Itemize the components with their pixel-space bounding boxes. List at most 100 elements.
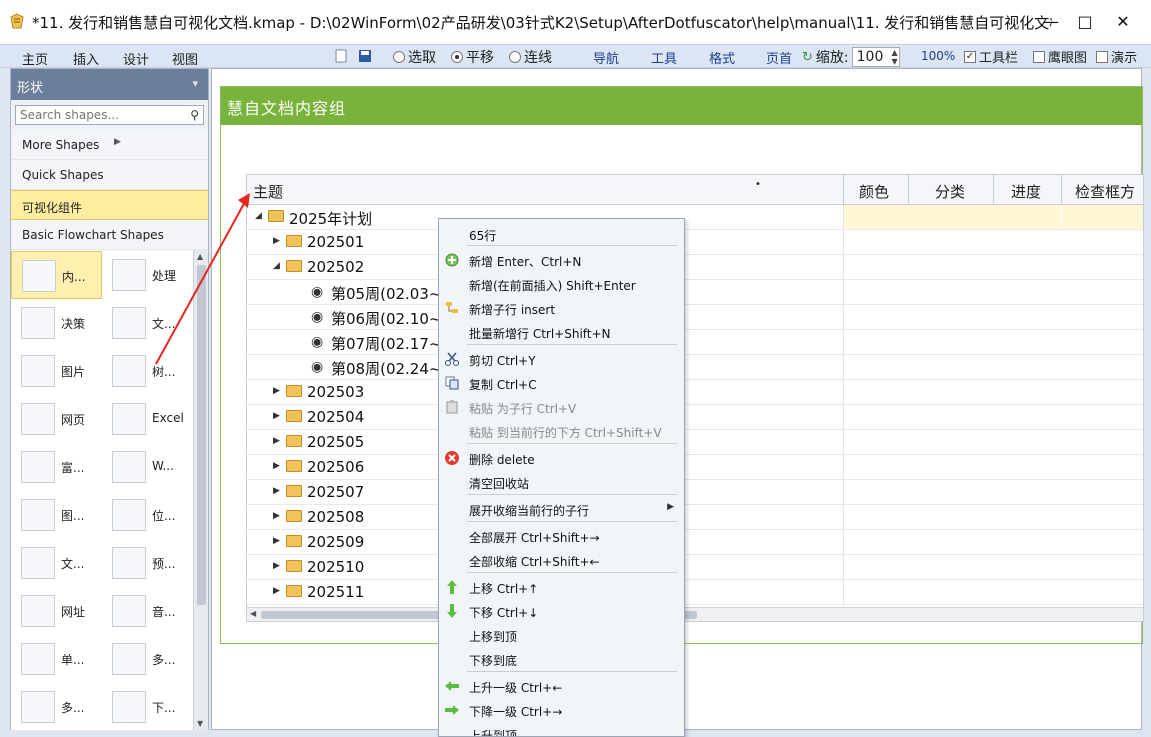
row-label[interactable]: 202507 <box>307 483 364 501</box>
shape-item[interactable]: 富... <box>11 443 102 491</box>
context-menu-item[interactable]: 65行 <box>439 222 684 246</box>
row-label[interactable]: 202509 <box>307 533 364 551</box>
tree-row[interactable]: ▶ 202511 <box>247 580 1143 605</box>
context-menu-item[interactable]: 新增子行 insert <box>439 296 684 320</box>
pan-radio[interactable]: 平移 <box>451 47 494 67</box>
row-label[interactable]: 第07周(02.17~0 <box>331 333 451 354</box>
save-icon[interactable] <box>358 49 372 63</box>
toolbar-checkbox[interactable]: ✓ 工具栏 <box>964 47 1018 66</box>
menu-insert[interactable]: 插入 <box>73 49 99 68</box>
tree-row[interactable]: ◢ 2025年计划 <box>247 205 1143 230</box>
expand-icon[interactable]: ▶ <box>273 486 280 496</box>
tree-row[interactable]: ◉ 第05周(02.03~0 <box>247 280 1143 305</box>
shape-item[interactable]: W... <box>102 443 193 491</box>
context-menu-item[interactable]: 剪切 Ctrl+Y <box>439 347 684 371</box>
row-cells[interactable] <box>843 280 1143 304</box>
tree-row[interactable]: ▶ 202503 <box>247 380 1143 405</box>
collapse-icon[interactable]: ◢ <box>273 261 280 271</box>
row-label[interactable]: 202511 <box>307 583 364 601</box>
context-menu-item[interactable]: 清空回收站 <box>439 470 684 494</box>
eagle-check[interactable] <box>1033 50 1045 63</box>
radio-connect[interactable] <box>509 51 521 63</box>
context-menu-item[interactable]: 新增 Enter、Ctrl+N <box>439 248 684 272</box>
context-menu-item[interactable]: 上移到顶 <box>439 623 684 647</box>
row-label[interactable]: 2025年计划 <box>289 208 372 229</box>
radio-pan[interactable] <box>451 51 463 63</box>
category-basic-flowchart[interactable]: Basic Flowchart Shapes <box>11 220 208 250</box>
home-page-button[interactable]: 页首 <box>766 48 792 67</box>
shape-item[interactable]: 网址 <box>11 587 102 635</box>
tree-row[interactable]: ▶ 202507 <box>247 480 1143 505</box>
shape-item[interactable]: 多... <box>102 635 193 683</box>
shape-item[interactable]: 内... <box>11 251 102 299</box>
category-visual-components[interactable]: 可视化组件 <box>11 190 208 220</box>
menu-design[interactable]: 设计 <box>123 49 149 68</box>
tree-row[interactable]: ◉ 第06周(02.10~0 <box>247 305 1143 330</box>
row-label[interactable]: 202504 <box>307 408 364 426</box>
shape-item[interactable]: 下... <box>102 683 193 730</box>
grid-hscrollbar[interactable]: ◀ <box>247 607 1143 621</box>
row-label[interactable]: 202501 <box>307 233 364 251</box>
context-menu-item[interactable]: 复制 Ctrl+C <box>439 371 684 395</box>
row-cells[interactable] <box>843 230 1143 254</box>
menu-home[interactable]: 主页 <box>22 49 48 68</box>
tree-row[interactable]: ▶ 202505 <box>247 430 1143 455</box>
column-progress[interactable]: 进度 <box>1011 181 1041 202</box>
context-menu-item[interactable]: 展开收缩当前行的子行 ▶ <box>439 497 684 521</box>
row-cells[interactable] <box>843 505 1143 529</box>
column-separator[interactable] <box>843 175 844 205</box>
format-button[interactable]: 格式 <box>709 48 735 67</box>
tree-row[interactable]: ▶ 202509 <box>247 530 1143 555</box>
demo-check[interactable] <box>1096 50 1108 63</box>
shape-item[interactable]: Excel <box>102 395 193 443</box>
search-input[interactable] <box>16 106 181 124</box>
tools-button[interactable]: 工具 <box>651 48 677 67</box>
expand-icon[interactable]: ▶ <box>273 386 280 396</box>
row-label[interactable]: 202508 <box>307 508 364 526</box>
category-quick-shapes[interactable]: Quick Shapes <box>11 160 208 190</box>
row-label[interactable]: 第06周(02.10~0 <box>331 308 451 329</box>
row-cells[interactable] <box>843 580 1143 604</box>
context-menu-item[interactable]: 下移到底 <box>439 647 684 671</box>
tree-grid[interactable]: 主题 • 颜色 分类 进度 检查框方 ◢ 2025年计划 ▶ 202501 ◢ 20250… <box>246 174 1144 622</box>
context-menu-item[interactable]: 上升到顶 <box>439 722 684 736</box>
shape-item[interactable]: 文... <box>11 539 102 587</box>
expand-icon[interactable]: ▶ <box>273 561 280 571</box>
shape-item[interactable]: 处理 <box>102 251 193 299</box>
zoom-100-button[interactable]: 100% <box>921 49 955 63</box>
expand-icon[interactable]: ▶ <box>273 511 280 521</box>
shape-item[interactable]: 图片 <box>11 347 102 395</box>
search-icon[interactable]: ⚲ <box>190 108 199 122</box>
shape-item[interactable]: 文... <box>102 299 193 347</box>
context-menu-item[interactable]: 全部收缩 Ctrl+Shift+← <box>439 548 684 572</box>
context-menu-item[interactable]: 上移 Ctrl+↑ <box>439 575 684 599</box>
zoom-spinner[interactable]: ▲ ▼ <box>891 48 897 66</box>
context-menu-item[interactable]: 删除 delete <box>439 446 684 470</box>
collapse-icon[interactable]: ◢ <box>255 211 262 221</box>
eagle-eye-checkbox[interactable]: 鹰眼图 <box>1033 47 1087 66</box>
tree-row[interactable]: ◉ 第08周(02.24~0 <box>247 355 1143 380</box>
row-cells[interactable] <box>843 255 1143 279</box>
context-menu-item[interactable]: 新增(在前面插入) Shift+Enter <box>439 272 684 296</box>
demo-checkbox[interactable]: 演示 <box>1096 47 1137 66</box>
context-menu-item[interactable]: 上升一级 Ctrl+← <box>439 674 684 698</box>
close-button[interactable]: ✕ <box>1113 12 1133 32</box>
row-cells[interactable] <box>843 305 1143 329</box>
row-cells[interactable] <box>843 530 1143 554</box>
radio-select[interactable] <box>393 51 405 63</box>
row-cells[interactable] <box>843 555 1143 579</box>
shape-item[interactable]: 多... <box>11 683 102 730</box>
shape-item[interactable]: 决策 <box>11 299 102 347</box>
shapes-scrollbar[interactable]: ▲ ▼ <box>193 250 208 730</box>
navigate-button[interactable]: 导航 <box>593 48 619 67</box>
tree-row[interactable]: ▶ 202508 <box>247 505 1143 530</box>
tree-row[interactable]: ◢ 202502 <box>247 255 1143 280</box>
shape-item[interactable]: 预... <box>102 539 193 587</box>
row-cells[interactable] <box>843 480 1143 504</box>
expand-icon[interactable]: ▶ <box>273 536 280 546</box>
column-checkbox[interactable]: 检查框方 <box>1075 181 1135 202</box>
row-cells[interactable] <box>843 455 1143 479</box>
maximize-button[interactable]: □ <box>1075 12 1095 32</box>
menu-view[interactable]: 视图 <box>172 49 198 68</box>
tree-row[interactable]: ▶ 202510 <box>247 555 1143 580</box>
